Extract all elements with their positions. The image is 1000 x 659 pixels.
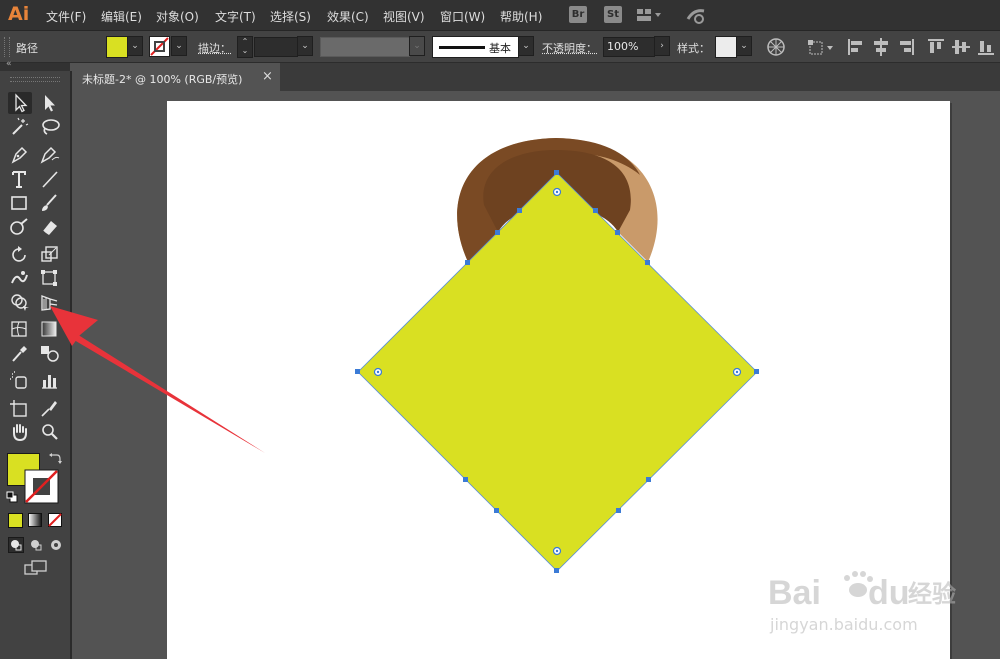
anchor-point	[355, 369, 360, 374]
baidu-watermark: Bai du 经验 jingyan.baidu.com	[768, 571, 956, 634]
diamond-shape[interactable]	[357, 172, 758, 572]
watermark-brand2: du	[868, 574, 910, 612]
anchor-point	[754, 369, 759, 374]
arrow-shaft	[69, 331, 265, 453]
anchor-point	[465, 260, 470, 265]
arrow-head	[50, 306, 98, 346]
anchor-point	[463, 477, 468, 482]
anchor-point	[645, 260, 650, 265]
annotation-arrow	[50, 306, 265, 453]
anchor-point	[554, 568, 559, 573]
anchor-point	[593, 208, 598, 213]
watermark-cn: 经验	[908, 580, 956, 608]
watermark-brand: Bai	[768, 574, 821, 612]
anchor-point	[616, 508, 621, 513]
anchor-point	[517, 208, 522, 213]
anchor-point	[495, 230, 500, 235]
anchor-point	[554, 170, 559, 175]
anchor-point	[646, 477, 651, 482]
anchor-point	[615, 230, 620, 235]
artwork-layer: Bai du 经验 jingyan.baidu.com	[50, 138, 956, 634]
watermark-url: jingyan.baidu.com	[769, 615, 918, 634]
anchor-point	[494, 508, 499, 513]
